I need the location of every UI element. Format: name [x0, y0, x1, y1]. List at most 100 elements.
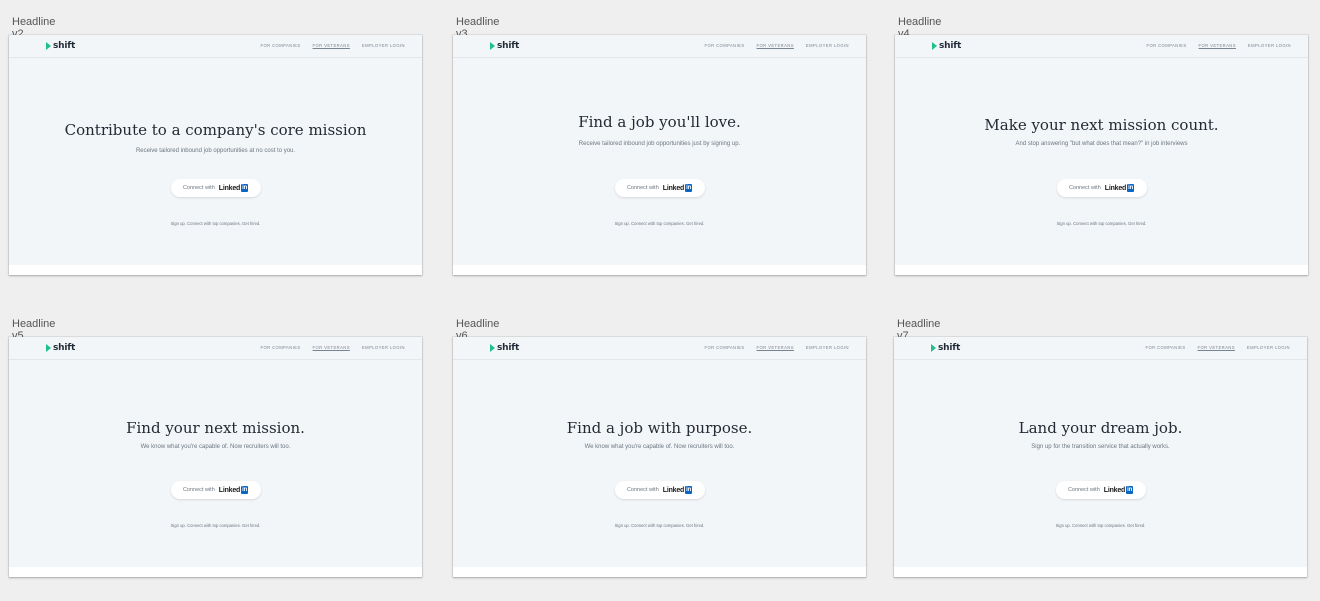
linkedin-box: in — [1127, 184, 1135, 192]
brand-name: shift — [497, 41, 520, 51]
nav-for-veterans[interactable]: FOR VETERANS — [757, 43, 794, 48]
brand-name: shift — [939, 41, 962, 51]
nav-employer-login[interactable]: EMPLOYER LOGIN — [806, 345, 849, 350]
nav-links: FOR COMPANIES FOR VETERANS EMPLOYER LOGI… — [261, 43, 405, 48]
linkedin-logo-icon: Linked in — [218, 184, 249, 192]
linkedin-word: Linked — [662, 486, 685, 494]
connect-linkedin-button[interactable]: Connect with Linked in — [170, 179, 261, 197]
linkedin-word: Linked — [1103, 486, 1126, 494]
navbar: shift FOR COMPANIES FOR VETERANS EMPLOYE… — [453, 337, 866, 360]
headline: Land your dream job. — [1018, 419, 1183, 437]
linkedin-logo-icon: Linked in — [662, 486, 693, 494]
shift-logo[interactable]: shift — [931, 343, 960, 353]
chevron-logo-icon — [46, 344, 51, 352]
linkedin-word: Linked — [1104, 184, 1127, 192]
footer — [453, 567, 866, 577]
navbar: shift FOR COMPANIES FOR VETERANS EMPLOYE… — [9, 35, 422, 58]
landing-page-frame: shift FOR COMPANIES FOR VETERANS EMPLOYE… — [894, 337, 1307, 577]
shift-logo[interactable]: shift — [46, 343, 75, 353]
connect-linkedin-button[interactable]: Connect with Linked in — [1055, 481, 1146, 499]
navbar: shift FOR COMPANIES FOR VETERANS EMPLOYE… — [453, 35, 866, 58]
linkedin-box: in — [241, 486, 249, 494]
linkedin-word: Linked — [662, 184, 685, 192]
linkedin-box: in — [1126, 486, 1134, 494]
nav-employer-login[interactable]: EMPLOYER LOGIN — [806, 43, 849, 48]
connect-label: Connect with — [1068, 185, 1101, 191]
landing-page-frame: shift FOR COMPANIES FOR VETERANS EMPLOYE… — [9, 35, 422, 275]
tagline: Sign up. Connect with top companies. Get… — [1056, 221, 1147, 226]
nav-employer-login[interactable]: EMPLOYER LOGIN — [362, 345, 405, 350]
nav-for-companies[interactable]: FOR COMPANIES — [261, 43, 301, 48]
landing-page-frame: shift FOR COMPANIES FOR VETERANS EMPLOYE… — [453, 337, 866, 577]
navbar: shift FOR COMPANIES FOR VETERANS EMPLOYE… — [895, 35, 1308, 58]
landing-page-frame: shift FOR COMPANIES FOR VETERANS EMPLOYE… — [9, 337, 422, 577]
nav-links: FOR COMPANIES FOR VETERANS EMPLOYER LOGI… — [705, 345, 849, 350]
chevron-logo-icon — [932, 42, 937, 50]
nav-for-veterans[interactable]: FOR VETERANS — [313, 43, 350, 48]
nav-for-veterans[interactable]: FOR VETERANS — [757, 345, 794, 350]
linkedin-box: in — [685, 184, 693, 192]
subheadline: Sign up for the transition service that … — [1031, 444, 1170, 450]
connect-label: Connect with — [626, 487, 659, 493]
connect-linkedin-button[interactable]: Connect with Linked in — [1056, 179, 1147, 197]
brand-name: shift — [53, 343, 76, 353]
footer — [9, 567, 422, 577]
headline: Find a job with purpose. — [566, 419, 753, 437]
headline: Make your next mission count. — [984, 116, 1219, 134]
tagline: Sign up. Connect with top companies. Get… — [614, 221, 705, 226]
tagline: Sign up. Connect with top companies. Get… — [1055, 523, 1146, 528]
linkedin-box: in — [685, 486, 693, 494]
shift-logo[interactable]: shift — [490, 343, 519, 353]
subheadline: Receive tailored inbound job opportuniti… — [135, 148, 296, 154]
nav-employer-login[interactable]: EMPLOYER LOGIN — [1248, 43, 1291, 48]
nav-for-companies[interactable]: FOR COMPANIES — [705, 43, 745, 48]
nav-links: FOR COMPANIES FOR VETERANS EMPLOYER LOGI… — [705, 43, 849, 48]
nav-for-companies[interactable]: FOR COMPANIES — [1146, 345, 1186, 350]
brand-name: shift — [497, 343, 520, 353]
subheadline: We know what you're capable of. Now recr… — [584, 444, 735, 450]
connect-label: Connect with — [1067, 487, 1100, 493]
landing-page-frame: shift FOR COMPANIES FOR VETERANS EMPLOYE… — [453, 35, 866, 275]
nav-for-companies[interactable]: FOR COMPANIES — [261, 345, 301, 350]
landing-page-frame: shift FOR COMPANIES FOR VETERANS EMPLOYE… — [895, 35, 1308, 275]
subheadline: And stop answering "but what does that m… — [1015, 141, 1188, 147]
nav-for-veterans[interactable]: FOR VETERANS — [1199, 43, 1236, 48]
nav-employer-login[interactable]: EMPLOYER LOGIN — [362, 43, 405, 48]
connect-linkedin-button[interactable]: Connect with Linked in — [614, 179, 705, 197]
connect-linkedin-button[interactable]: Connect with Linked in — [614, 481, 705, 499]
headline: Contribute to a company's core mission — [64, 121, 367, 139]
linkedin-box: in — [241, 184, 249, 192]
connect-linkedin-button[interactable]: Connect with Linked in — [170, 481, 261, 499]
footer — [895, 265, 1308, 275]
shift-logo[interactable]: shift — [46, 41, 75, 51]
shift-logo[interactable]: shift — [490, 41, 519, 51]
chevron-logo-icon — [490, 344, 495, 352]
nav-links: FOR COMPANIES FOR VETERANS EMPLOYER LOGI… — [1146, 345, 1290, 350]
tagline: Sign up. Connect with top companies. Get… — [170, 221, 261, 226]
nav-employer-login[interactable]: EMPLOYER LOGIN — [1247, 345, 1290, 350]
linkedin-word: Linked — [218, 184, 241, 192]
chevron-logo-icon — [931, 344, 936, 352]
chevron-logo-icon — [46, 42, 51, 50]
tagline: Sign up. Connect with top companies. Get… — [170, 523, 261, 528]
nav-for-veterans[interactable]: FOR VETERANS — [313, 345, 350, 350]
linkedin-logo-icon: Linked in — [1103, 486, 1134, 494]
footer — [453, 265, 866, 275]
navbar: shift FOR COMPANIES FOR VETERANS EMPLOYE… — [9, 337, 422, 360]
nav-links: FOR COMPANIES FOR VETERANS EMPLOYER LOGI… — [1147, 43, 1291, 48]
headline: Find your next mission. — [126, 419, 305, 437]
navbar: shift FOR COMPANIES FOR VETERANS EMPLOYE… — [894, 337, 1307, 360]
linkedin-logo-icon: Linked in — [1104, 184, 1135, 192]
nav-for-companies[interactable]: FOR COMPANIES — [705, 345, 745, 350]
nav-for-veterans[interactable]: FOR VETERANS — [1198, 345, 1235, 350]
subheadline: We know what you're capable of. Now recr… — [140, 444, 291, 450]
nav-for-companies[interactable]: FOR COMPANIES — [1147, 43, 1187, 48]
nav-links: FOR COMPANIES FOR VETERANS EMPLOYER LOGI… — [261, 345, 405, 350]
footer — [894, 567, 1307, 577]
footer — [9, 265, 422, 275]
shift-logo[interactable]: shift — [932, 41, 961, 51]
headline: Find a job you'll love. — [578, 113, 741, 131]
tagline: Sign up. Connect with top companies. Get… — [614, 523, 705, 528]
connect-label: Connect with — [626, 185, 659, 191]
linkedin-logo-icon: Linked in — [662, 184, 693, 192]
